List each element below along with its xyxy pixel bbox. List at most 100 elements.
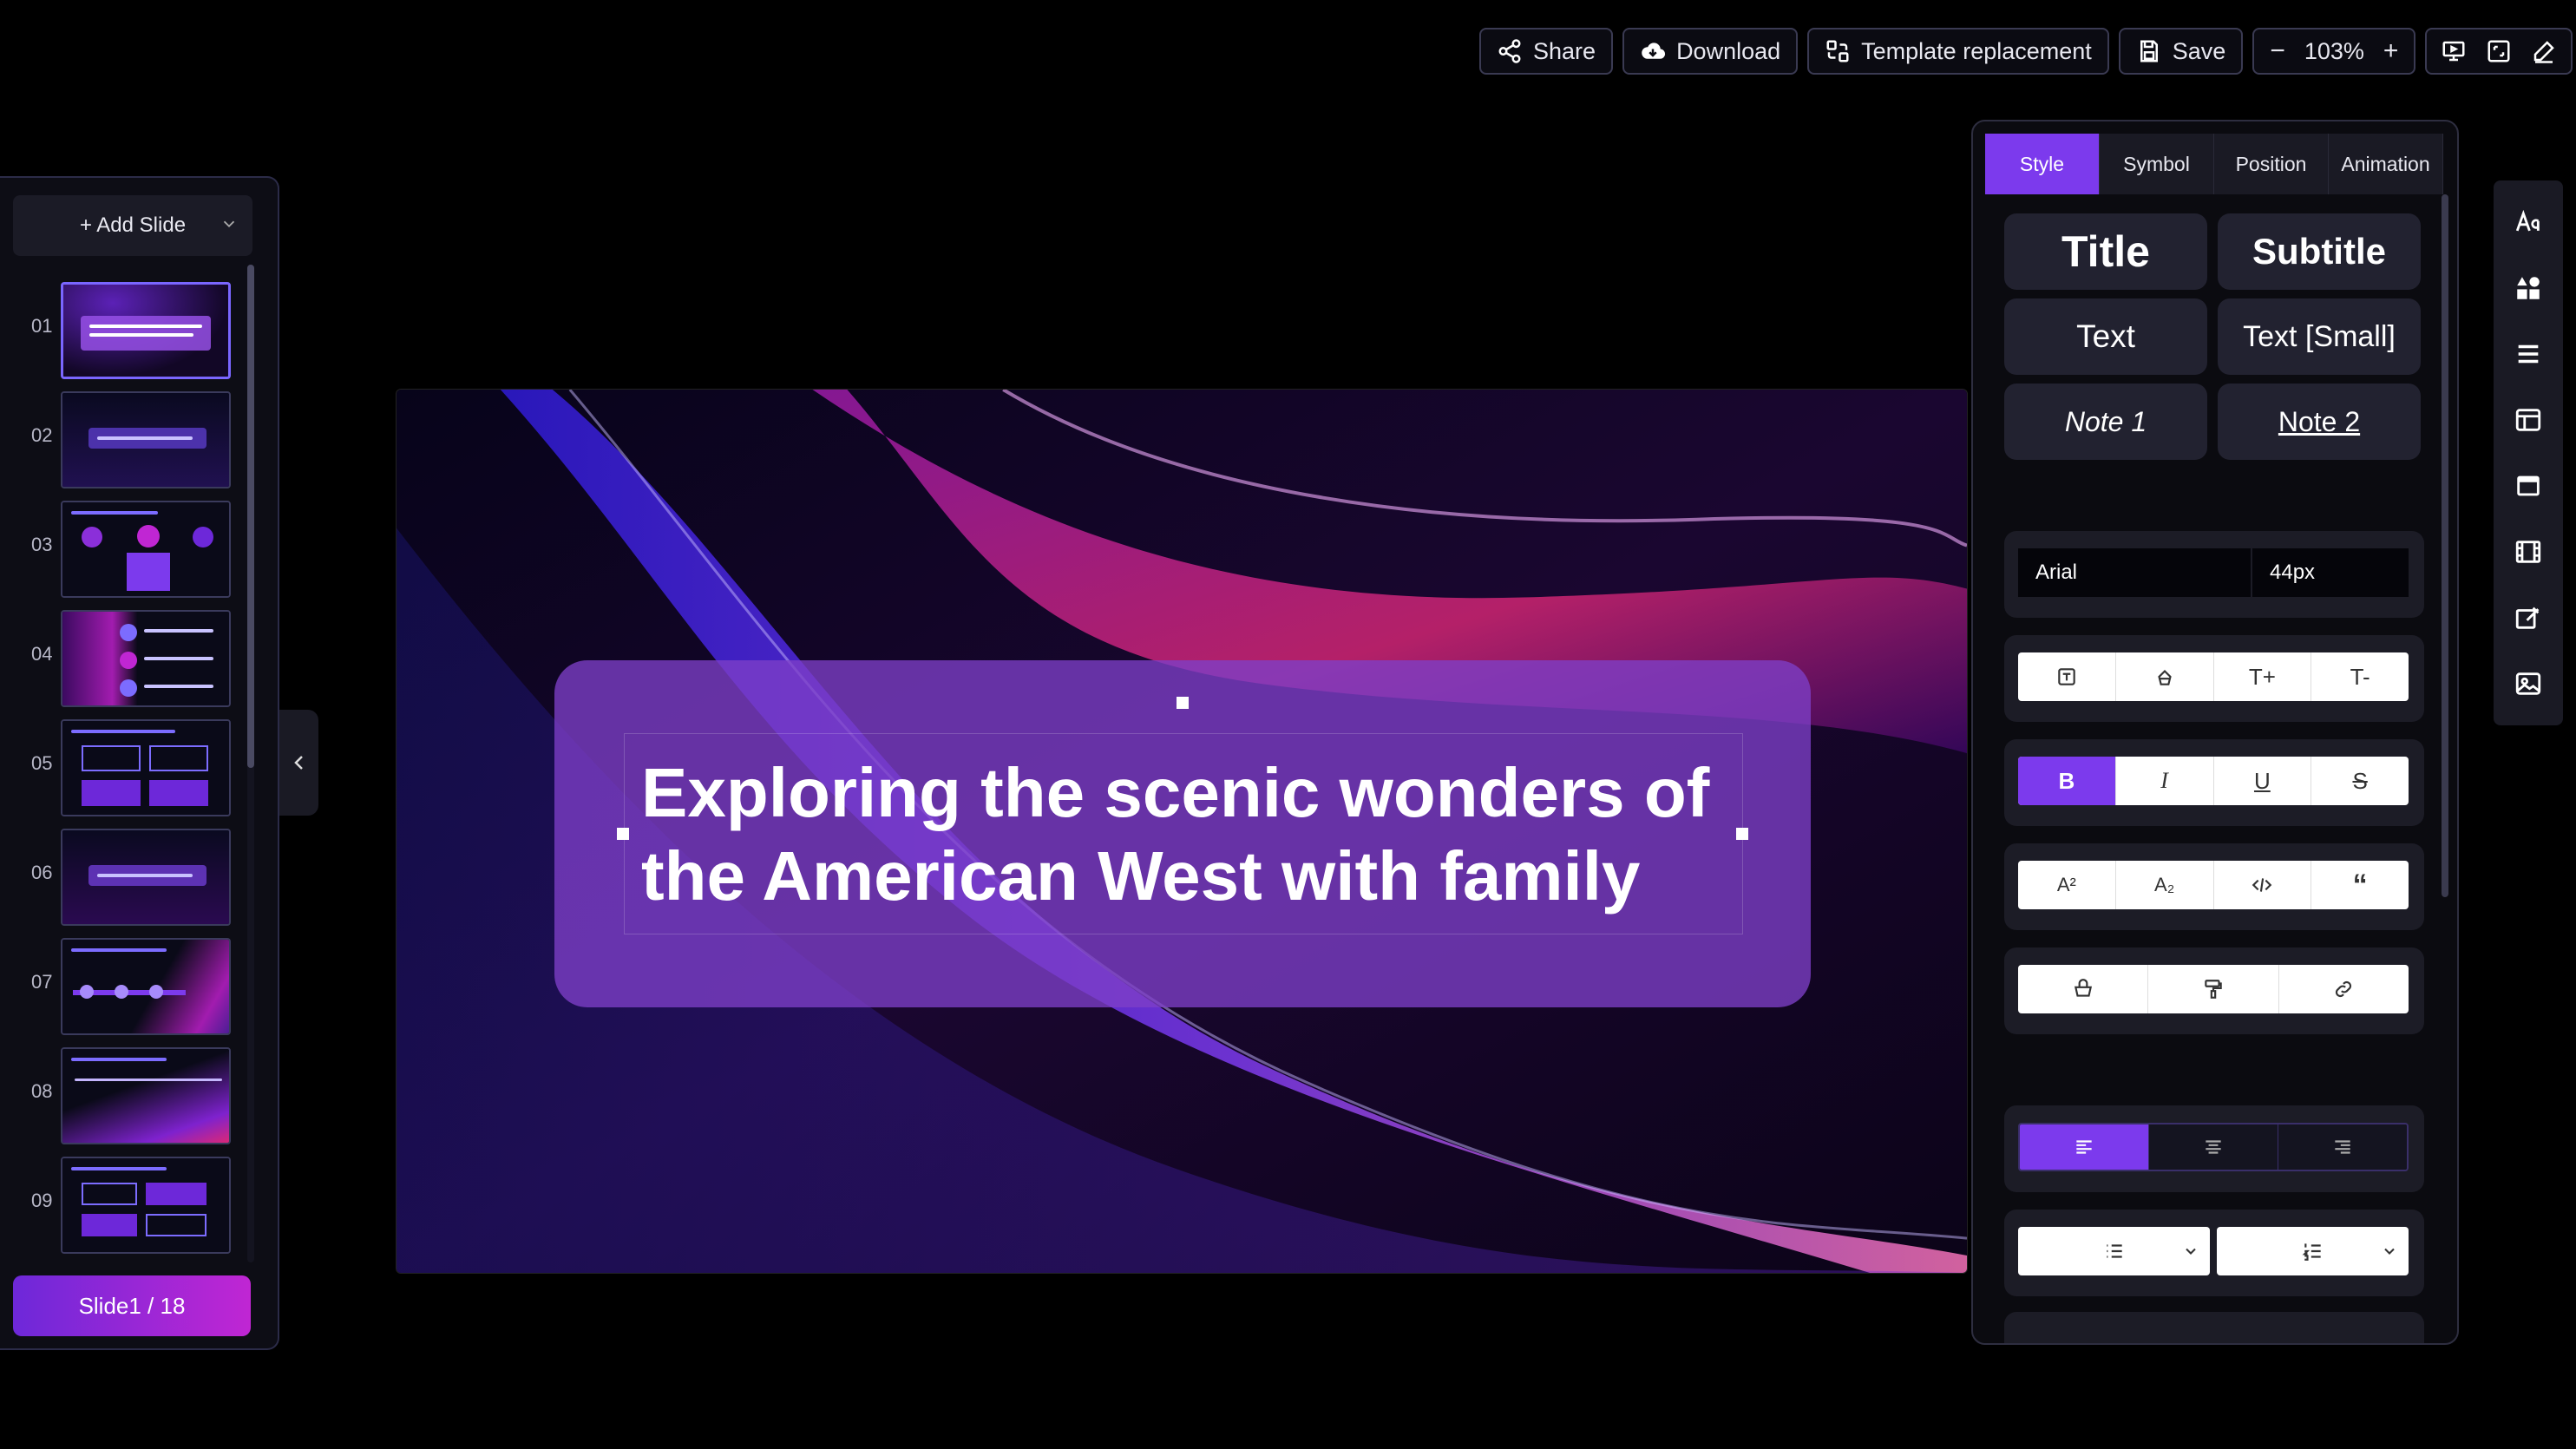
slide-thumbnails: 01 02 03 04 05 06 07 08 09 — [0, 275, 260, 1259]
tab-style[interactable]: Style — [1985, 134, 2100, 194]
preset-text-small-button[interactable]: Text [Small] — [2218, 298, 2421, 375]
menu-lines-icon — [2518, 344, 2539, 364]
slide-thumb-row-01[interactable]: 01 — [0, 275, 260, 384]
add-slide-button[interactable]: + Add Slide — [13, 195, 252, 256]
bullet-list-select[interactable] — [2018, 1227, 2210, 1275]
text-box-icon — [2058, 668, 2075, 685]
paint-bucket-icon — [2074, 979, 2092, 997]
card-icon — [2517, 475, 2540, 496]
slide-thumb-row-07[interactable]: 07 — [0, 931, 260, 1040]
template-replacement-button[interactable]: Template replacement — [1807, 28, 2109, 75]
quote-button[interactable]: “ — [2311, 861, 2409, 909]
slide-list-scrollbar[interactable] — [247, 265, 254, 768]
film-tool[interactable] — [2513, 536, 2544, 567]
slide-thumb-row-09[interactable]: 09 — [0, 1150, 260, 1259]
eraser-icon — [2157, 669, 2172, 685]
chevron-left-icon — [293, 756, 303, 770]
slide-thumb-row-08[interactable]: 08 — [0, 1040, 260, 1150]
slide-thumbnail[interactable] — [61, 501, 231, 598]
template-label: Template replacement — [1861, 37, 2092, 64]
slide-thumb-row-03[interactable]: 03 — [0, 494, 260, 603]
code-button[interactable] — [2214, 861, 2312, 909]
preset-subtitle-button[interactable]: Subtitle — [2218, 213, 2421, 290]
text-tools-card: T+ T- — [2004, 635, 2424, 722]
pen-icon[interactable] — [2531, 38, 2557, 64]
slide-title[interactable]: Exploring the scenic wonders of the Amer… — [641, 751, 1760, 918]
zoom-out-button[interactable]: − — [2270, 36, 2285, 66]
title-text-box[interactable]: Exploring the scenic wonders of the Amer… — [554, 660, 1811, 1007]
font-size-input[interactable]: 44px — [2252, 548, 2409, 597]
italic-button[interactable]: I — [2116, 757, 2214, 805]
zoom-in-button[interactable]: + — [2383, 36, 2399, 66]
text-style-tool[interactable] — [2513, 207, 2544, 238]
slide-thumbnail[interactable] — [61, 610, 231, 707]
download-button[interactable]: Download — [1622, 28, 1799, 75]
slide-thumbnail[interactable] — [61, 719, 231, 816]
resize-handle-left[interactable] — [617, 828, 629, 840]
align-left-button[interactable] — [2020, 1124, 2149, 1170]
edit-icon — [2515, 606, 2540, 629]
present-icon[interactable] — [2441, 38, 2467, 64]
bold-button[interactable]: B — [2018, 757, 2116, 805]
tab-animation[interactable]: Animation — [2329, 134, 2443, 194]
align-right-button[interactable] — [2278, 1124, 2407, 1170]
card-tool[interactable] — [2513, 470, 2544, 502]
save-button[interactable]: Save — [2118, 28, 2244, 75]
fullscreen-icon[interactable] — [2486, 38, 2512, 64]
fill-color-button[interactable] — [2018, 965, 2149, 1013]
tab-position[interactable]: Position — [2214, 134, 2329, 194]
share-button[interactable]: Share — [1479, 28, 1614, 75]
slide-thumb-row-05[interactable]: 05 — [0, 712, 260, 822]
numbered-list-select[interactable] — [2217, 1227, 2409, 1275]
slide-thumbnail[interactable] — [61, 1047, 231, 1144]
image-tool[interactable] — [2513, 668, 2544, 699]
script-format-row: A² A₂ “ — [2018, 861, 2409, 909]
slide-thumbnail[interactable] — [61, 829, 231, 926]
format-painter-button[interactable] — [2148, 965, 2279, 1013]
slide-thumb-row-04[interactable]: 04 — [0, 603, 260, 712]
edit-tool[interactable] — [2513, 602, 2544, 633]
slide-canvas[interactable]: Exploring the scenic wonders of the Amer… — [396, 389, 1968, 1274]
slide-thumbnail[interactable] — [61, 938, 231, 1035]
text-tools-row: T+ T- — [2018, 652, 2409, 701]
collapse-panel-button[interactable] — [279, 710, 318, 816]
script-format-card: A² A₂ “ — [2004, 843, 2424, 930]
style-panel-scrollbar[interactable] — [2442, 194, 2448, 897]
subscript-button[interactable]: A₂ — [2116, 861, 2214, 909]
list-row — [2018, 1227, 2409, 1275]
slide-thumbnail[interactable] — [61, 391, 231, 488]
slide-thumbnail[interactable] — [61, 282, 231, 379]
resize-handle-top[interactable] — [1177, 697, 1189, 709]
strikethrough-button[interactable]: S — [2311, 757, 2409, 805]
superscript-button[interactable]: A² — [2018, 861, 2116, 909]
underline-button[interactable]: U — [2214, 757, 2312, 805]
share-icon — [1498, 39, 1521, 63]
chevron-down-icon[interactable] — [220, 214, 239, 233]
slide-thumb-row-02[interactable]: 02 — [0, 384, 260, 494]
slide-thumb-row-06[interactable]: 06 — [0, 822, 260, 931]
preset-note1-button[interactable]: Note 1 — [2004, 384, 2207, 460]
template-icon — [1826, 40, 1849, 62]
list-card — [2004, 1210, 2424, 1296]
preset-title-button[interactable]: Title — [2004, 213, 2207, 290]
slide-number: 02 — [31, 424, 53, 446]
bullet-list-icon — [2106, 1244, 2122, 1258]
tab-symbol[interactable]: Symbol — [2100, 134, 2214, 194]
shapes-tool[interactable] — [2513, 272, 2544, 304]
link-button[interactable] — [2279, 965, 2409, 1013]
slide-counter: Slide1 / 18 — [13, 1275, 251, 1336]
shapes-icon — [2517, 277, 2540, 299]
layout-lines-tool[interactable] — [2513, 338, 2544, 370]
layout-icon — [2515, 409, 2541, 431]
preset-text-button[interactable]: Text — [2004, 298, 2207, 375]
align-center-button[interactable] — [2149, 1124, 2278, 1170]
preset-note2-button[interactable]: Note 2 — [2218, 384, 2421, 460]
layout-tool[interactable] — [2513, 404, 2544, 436]
font-family-select[interactable]: Arial — [2018, 548, 2252, 597]
slide-title-line-1: Exploring the scenic wonders of — [641, 754, 1710, 831]
clear-format-button[interactable] — [2116, 652, 2214, 701]
font-size-decrease-button[interactable]: T- — [2311, 652, 2409, 701]
text-box-button[interactable] — [2018, 652, 2116, 701]
font-size-increase-button[interactable]: T+ — [2214, 652, 2312, 701]
slide-thumbnail[interactable] — [61, 1157, 231, 1254]
